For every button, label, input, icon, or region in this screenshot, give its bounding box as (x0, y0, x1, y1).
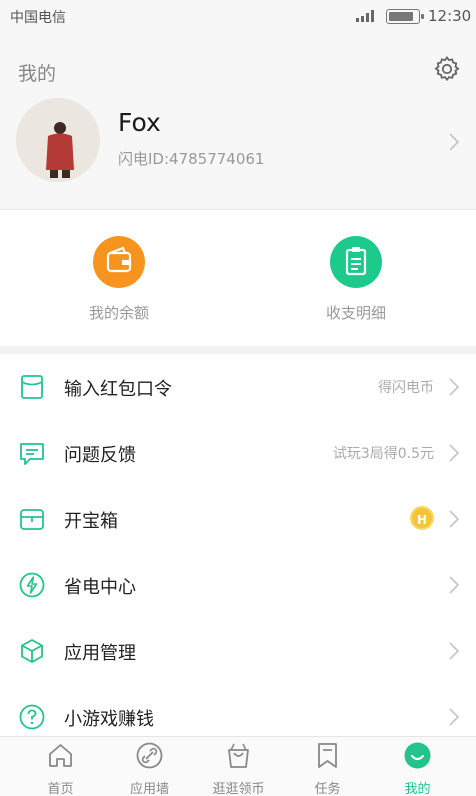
tab-app-wall[interactable]: 应用墙 (102, 737, 197, 796)
cube-icon (21, 639, 43, 663)
battery-icon (386, 9, 424, 24)
avatar[interactable] (16, 98, 100, 182)
tab-label: 我的 (404, 782, 431, 796)
tab-label: 任务 (314, 782, 341, 796)
shopping-bag-icon (228, 743, 249, 768)
username: Fox (118, 108, 161, 137)
chevron-right-icon (449, 510, 460, 528)
menu-item-label: 应用管理 (64, 643, 136, 664)
coin-badge: H (410, 506, 434, 530)
status-bar: 中国电信 12:30 (0, 0, 476, 34)
chevron-right-icon (449, 708, 460, 726)
home-icon (49, 744, 72, 767)
menu-item-treasure-box[interactable]: 开宝箱 H (0, 486, 476, 552)
link-icon (136, 742, 163, 769)
page-title: 我的 (18, 63, 57, 85)
menu-item-power-saving[interactable]: 省电中心 (0, 552, 476, 618)
chevron-right-icon (449, 576, 460, 594)
menu-item-hint: 得闪电币 (378, 380, 434, 396)
avatar-photo (16, 98, 100, 182)
tab-tasks[interactable]: 任务 (280, 737, 375, 796)
chevron-right-icon (449, 378, 460, 396)
bookmark-icon (318, 743, 337, 768)
user-id: 闪电ID:4785774061 (118, 150, 265, 168)
signal-icon (356, 10, 378, 22)
profile-header: 我的 Fox 闪电ID:4785774061 (0, 34, 476, 210)
menu-item-app-management[interactable]: 应用管理 (0, 618, 476, 684)
menu-item-label: 问题反馈 (64, 445, 136, 466)
chevron-right-icon (449, 642, 460, 660)
balance-label: 我的余额 (88, 304, 149, 322)
section-gap (0, 346, 476, 354)
menu-item-label: 省电中心 (64, 577, 136, 598)
gear-icon[interactable] (432, 54, 462, 84)
red-envelope-icon (21, 375, 43, 399)
lightning-icon (19, 572, 45, 598)
menu-item-feedback[interactable]: 问题反馈 试玩3局得0.5元 (0, 420, 476, 486)
bottom-tab-bar: 首页 应用墙 逛逛领币 任务 我的 (0, 736, 476, 796)
menu-item-label: 开宝箱 (64, 511, 118, 532)
carrier-label: 中国电信 (10, 10, 66, 26)
treasure-box-icon (20, 509, 44, 530)
wallet-icon (93, 236, 145, 288)
tab-home[interactable]: 首页 (13, 737, 108, 796)
clipboard-list-icon (330, 236, 382, 288)
tab-mine[interactable]: 我的 (370, 737, 465, 796)
menu-item-label: 小游戏赚钱 (64, 709, 154, 730)
status-time: 12:30 (428, 7, 472, 25)
transactions-label: 收支明细 (325, 304, 386, 322)
quick-actions: 我的余额 收支明细 (0, 210, 476, 346)
question-circle-icon (19, 704, 45, 730)
tab-browse-coins[interactable]: 逛逛领币 (191, 737, 286, 796)
menu-item-red-envelope[interactable]: 输入红包口令 得闪电币 (0, 354, 476, 420)
chevron-right-icon[interactable] (448, 132, 460, 152)
tab-label: 逛逛领币 (212, 782, 265, 796)
menu-item-label: 输入红包口令 (64, 379, 172, 400)
tab-label: 首页 (47, 782, 74, 796)
smile-icon (404, 742, 431, 769)
transactions-button[interactable]: 收支明细 (256, 210, 456, 346)
menu-item-hint: 试玩3局得0.5元 (332, 446, 434, 462)
chevron-right-icon (449, 444, 460, 462)
chat-bubble-icon (20, 443, 44, 465)
tab-label: 应用墙 (129, 782, 169, 796)
balance-button[interactable]: 我的余额 (19, 210, 219, 346)
